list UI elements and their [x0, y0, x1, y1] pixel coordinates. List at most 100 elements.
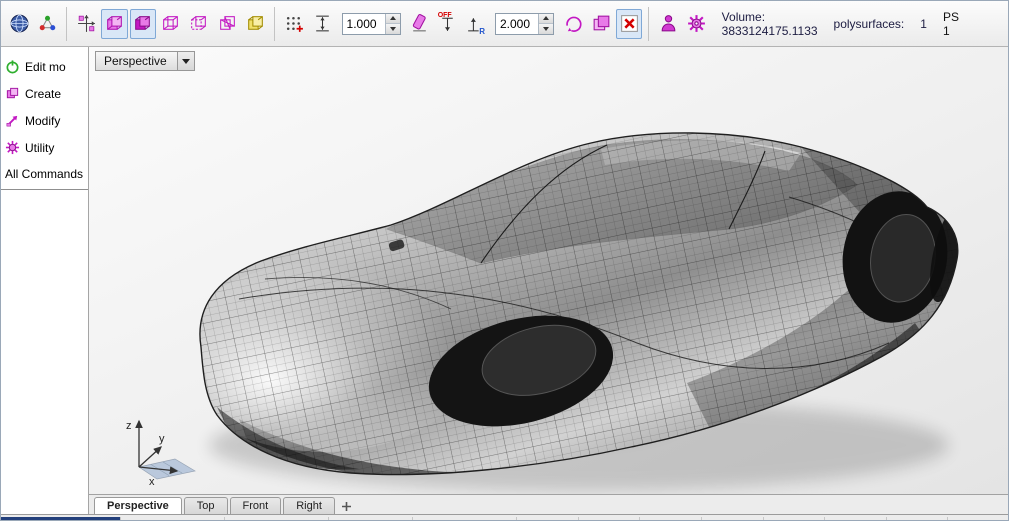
units-readout[interactable]: Millimeters [329, 516, 413, 520]
viewport-tabs: Perspective Top Front Right [89, 494, 1008, 514]
viewport-menu-button[interactable] [177, 51, 195, 71]
tab-top[interactable]: Top [183, 497, 228, 514]
add-viewport-tab-button[interactable] [337, 498, 357, 514]
coordinate-z: 0.000 [225, 516, 329, 520]
pane-grid-snap[interactable]: Grid Snap [517, 516, 579, 520]
gear-icon-button[interactable] [684, 9, 710, 39]
scale-spinners [537, 13, 553, 34]
globe-icon-button[interactable] [6, 9, 32, 39]
cube-ghosted-icon-button[interactable] [186, 9, 212, 39]
sidebar-item-label: Create [25, 86, 62, 101]
move-axes-icon [77, 15, 95, 32]
off-label: OFF [437, 11, 452, 19]
tab-front[interactable]: Front [229, 497, 282, 514]
sidebar-item-label: Modify [25, 113, 61, 128]
tab-perspective[interactable]: Perspective [94, 497, 182, 514]
top-toolbar: OFF R Volume: 3 [1, 1, 1008, 47]
spinner-up-button[interactable] [538, 13, 553, 23]
arrow-up-icon [389, 16, 396, 21]
viewport-title[interactable]: Perspective [95, 51, 178, 71]
pane-ortho[interactable]: Ortho [579, 516, 641, 520]
command-sidebar: Edit mo Create Modify Utility All Comman… [1, 47, 89, 514]
scale-input[interactable] [495, 13, 538, 34]
cube-solid-icon-button[interactable] [101, 8, 128, 39]
cube-yellow-icon [247, 16, 263, 30]
x-axis-label: x [149, 476, 155, 488]
dimension-icon-button[interactable] [309, 9, 335, 39]
cube-xray-icon [219, 16, 235, 30]
toolbar-separator [274, 6, 276, 41]
eraser-icon [412, 14, 426, 32]
volume-readout: Volume: 3833124175.1133 [721, 9, 818, 38]
tolerance-input[interactable] [342, 13, 385, 34]
point-grid-icon-button[interactable] [281, 9, 307, 39]
arrow-down-icon [542, 26, 549, 31]
rhino-window: OFF R Volume: 3 [0, 0, 1009, 521]
pane-smarttrack[interactable]: SmartTrack [764, 516, 826, 520]
sidebar-item-label: All Commands [5, 167, 84, 181]
rotate-arrow-icon [565, 16, 582, 32]
cube-solid-icon [107, 16, 122, 30]
viewport-area: Perspective z y x Perspective Top Front … [89, 47, 1008, 514]
sidebar-item-create[interactable]: Create [1, 80, 88, 107]
sidebar-item-all-commands[interactable]: All Commands [1, 161, 88, 187]
cplane-axis-gizmo: z y x [126, 419, 196, 488]
polysurfaces-value: 1 [920, 16, 927, 31]
person-icon-button[interactable] [655, 9, 681, 39]
cube-yellow-icon-button[interactable] [242, 9, 268, 39]
toolbar-separator [648, 6, 650, 41]
spinner-down-button[interactable] [538, 23, 553, 34]
tab-right[interactable]: Right [283, 497, 335, 514]
r-label: R [479, 26, 485, 36]
pane-planar[interactable]: Planar [640, 516, 702, 520]
rotate-icon-button[interactable] [560, 9, 586, 39]
ps-panel-label: PS 1 [942, 9, 959, 38]
perspective-viewport[interactable]: Perspective z y x [89, 47, 1008, 494]
record-off-icon-button[interactable]: OFF [435, 9, 461, 39]
pane-osnap[interactable]: Osnap [702, 516, 764, 520]
cube-wireframe-icon-button[interactable] [158, 9, 184, 39]
cube-shaded-icon-button[interactable] [129, 8, 156, 39]
sidebar-item-edit-mode[interactable]: Edit mo [1, 53, 88, 80]
copy-icon [593, 15, 610, 31]
arrow-up-icon [542, 16, 549, 21]
coordinate-x: 50.598 [1, 516, 121, 520]
dimension-icon [316, 15, 329, 32]
tolerance-spinners [384, 13, 400, 34]
layer-pane[interactable]: Default [413, 516, 517, 520]
cube-icon [6, 87, 19, 99]
polysurfaces-label: polysurfaces: [833, 16, 905, 31]
copy-icon-button[interactable] [588, 9, 614, 39]
arrow-down-icon [389, 26, 396, 31]
spinner-down-button[interactable] [385, 23, 400, 34]
person-icon [661, 15, 676, 32]
cancel-icon-button[interactable] [616, 8, 643, 39]
chevron-down-icon [181, 58, 190, 64]
pane-record-history[interactable]: Record History [887, 516, 949, 520]
tolerance-input-group [341, 12, 401, 35]
gear-icon [688, 15, 705, 32]
molecule-icon [39, 15, 55, 31]
status-bar: 50.598 9438.997 0.000 Millimeters Defaul… [1, 514, 1008, 521]
record-r-icon-button[interactable]: R [463, 9, 489, 39]
toolbar-readouts: Volume: 3833124175.1133 polysurfaces: 1 … [722, 10, 1003, 38]
cube-ghosted-icon [191, 16, 207, 30]
molecule-icon-button[interactable] [34, 9, 60, 39]
polysurfaces-readout: polysurfaces: 1 [834, 17, 927, 31]
pane-gumball[interactable]: Gumball [825, 516, 887, 520]
toolbar-separator [66, 6, 68, 41]
point-grid-icon [286, 16, 303, 32]
car-model [199, 132, 959, 491]
pane-filter[interactable]: Filter [948, 517, 1008, 521]
y-axis-label: y [159, 433, 165, 445]
eraser-icon-button[interactable] [407, 9, 433, 39]
move-axes-icon-button[interactable] [73, 9, 99, 39]
sidebar-item-utility[interactable]: Utility [1, 134, 88, 161]
red-x-icon [620, 15, 638, 32]
sidebar-divider [1, 189, 88, 190]
sidebar-item-label: Edit mo [25, 59, 66, 74]
sidebar-item-modify[interactable]: Modify [1, 107, 88, 134]
spinner-up-button[interactable] [385, 13, 400, 23]
plus-icon [342, 501, 352, 511]
cube-xray-icon-button[interactable] [214, 9, 240, 39]
